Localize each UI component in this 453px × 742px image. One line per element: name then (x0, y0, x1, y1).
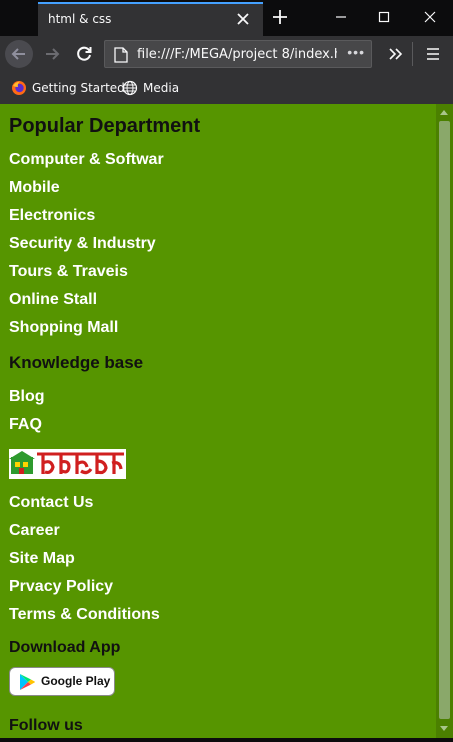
link-blog[interactable]: Blog (9, 388, 45, 406)
hamburger-menu-icon[interactable] (424, 45, 442, 63)
scroll-up-arrow-icon[interactable] (440, 110, 448, 115)
knowledge-base-heading: Knowledge base (9, 353, 144, 372)
link-site-map[interactable]: Site Map (9, 550, 75, 568)
bookmark-getting-started[interactable]: Getting Started (11, 80, 125, 96)
link-online-stall[interactable]: Online Stall (9, 291, 97, 309)
google-play-badge[interactable]: Google Play (9, 667, 115, 696)
link-contact-us[interactable]: Contact Us (9, 494, 93, 512)
link-terms-conditions[interactable]: Terms & Conditions (9, 606, 160, 624)
toolbar-divider (412, 42, 413, 66)
link-faq[interactable]: FAQ (9, 416, 42, 434)
bookmark-media[interactable]: Media (122, 80, 179, 96)
link-shopping-mall[interactable]: Shopping Mall (9, 319, 118, 337)
logo-image (9, 451, 124, 475)
close-tab-icon[interactable] (234, 10, 252, 28)
link-electronics[interactable]: Electronics (9, 207, 95, 225)
page-actions-icon[interactable]: ••• (347, 44, 365, 60)
url-bar[interactable]: file:///F:/MEGA/project 8/index.html ••• (104, 40, 372, 68)
forward-arrow-icon (46, 48, 60, 60)
tab-title: html & css (48, 12, 112, 26)
google-play-label: Google Play (41, 674, 111, 688)
link-privacy-policy[interactable]: Prvacy Policy (9, 578, 113, 596)
download-app-heading: Download App (9, 639, 121, 656)
minimize-icon[interactable] (330, 6, 352, 28)
bookmark-label: Media (143, 81, 180, 95)
close-window-icon[interactable] (419, 6, 441, 28)
overflow-chevron-icon[interactable] (386, 45, 406, 63)
scroll-down-arrow-icon[interactable] (440, 726, 448, 731)
popular-department-heading: Popular Department (9, 115, 201, 137)
google-play-icon (20, 674, 35, 690)
back-arrow-icon (11, 48, 25, 60)
link-career[interactable]: Career (9, 522, 60, 540)
scrollbar-thumb[interactable] (439, 121, 450, 719)
new-tab-icon[interactable] (270, 7, 290, 27)
tab-strip: html & css (0, 0, 453, 36)
file-page-icon (114, 47, 128, 63)
bdstall-logo[interactable] (9, 449, 126, 479)
bookmark-label: Getting Started (32, 81, 125, 95)
back-button[interactable] (5, 40, 33, 68)
tab-active[interactable]: html & css (38, 2, 263, 36)
url-text[interactable]: file:///F:/MEGA/project 8/index.html (137, 47, 337, 62)
navigation-bar: file:///F:/MEGA/project 8/index.html ••• (0, 36, 453, 72)
link-computer-software[interactable]: Computer & Softwar (9, 151, 164, 169)
forward-button[interactable] (38, 40, 66, 68)
maximize-icon[interactable] (373, 6, 395, 28)
page-content: Popular Department Computer & Softwar Mo… (0, 104, 436, 738)
link-security-industry[interactable]: Security & Industry (9, 235, 156, 253)
bookmarks-toolbar: Getting Started Media (0, 72, 453, 104)
link-mobile[interactable]: Mobile (9, 179, 60, 197)
link-tours-travels[interactable]: Tours & Traveis (9, 263, 128, 281)
page-scrollbar[interactable] (436, 104, 453, 738)
reload-icon (77, 46, 92, 61)
window-bottom-edge (0, 738, 453, 742)
reload-button[interactable] (70, 40, 98, 68)
firefox-icon (12, 81, 26, 95)
globe-icon (122, 80, 138, 96)
follow-us-heading: Follow us (9, 717, 83, 734)
